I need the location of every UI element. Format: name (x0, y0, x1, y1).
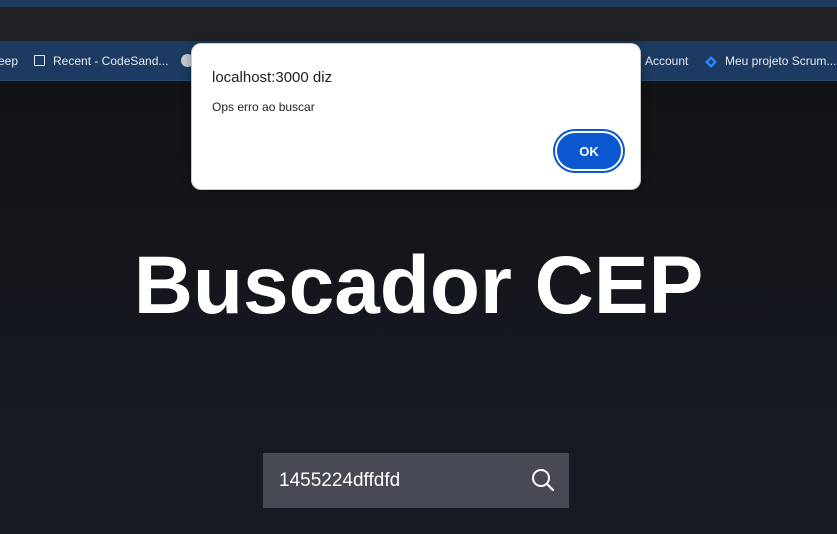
dialog-title: localhost:3000 diz (212, 69, 333, 86)
window-top-accent (0, 0, 837, 7)
bookmark-label: eep (0, 53, 19, 68)
search-icon (531, 468, 555, 492)
codesandbox-square-icon (34, 55, 45, 66)
bookmark-label: Recent - CodeSand... (53, 53, 169, 68)
ok-button[interactable]: OK (555, 131, 623, 171)
alert-dialog: localhost:3000 diz Ops erro ao buscar OK (191, 43, 641, 190)
jira-diamond-icon (705, 55, 717, 68)
bookmark-item-codesandbox[interactable]: Recent - CodeSand... (34, 41, 168, 80)
bookmark-label: Meu projeto Scrum... (725, 53, 837, 68)
browser-tab-strip (0, 7, 837, 41)
search-button[interactable] (521, 458, 565, 502)
bookmark-label: Account (645, 53, 689, 68)
bookmark-item-keep[interactable]: eep (0, 41, 18, 80)
page-title: Buscador CEP (133, 240, 704, 331)
dialog-message: Ops erro ao buscar (212, 100, 315, 114)
bookmark-item-account[interactable]: Account (645, 41, 688, 80)
bookmark-item-scrum[interactable]: Meu projeto Scrum... (705, 41, 836, 80)
search-box (263, 453, 569, 508)
cep-search-input[interactable] (263, 453, 513, 508)
